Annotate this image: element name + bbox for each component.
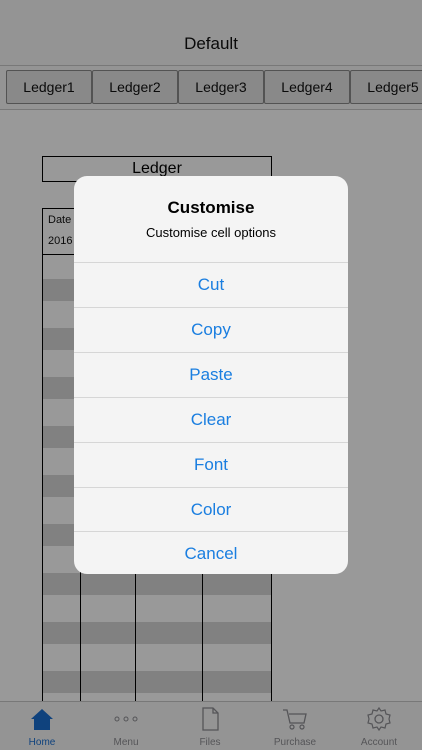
cancel-button[interactable]: Cancel bbox=[74, 531, 348, 574]
paste-button[interactable]: Paste bbox=[74, 352, 348, 397]
cut-button[interactable]: Cut bbox=[74, 262, 348, 307]
clear-button[interactable]: Clear bbox=[74, 397, 348, 442]
customise-dialog: Customise Customise cell options Cut Cop… bbox=[74, 176, 348, 574]
copy-button[interactable]: Copy bbox=[74, 307, 348, 352]
color-button[interactable]: Color bbox=[74, 487, 348, 532]
dialog-message: Customise cell options bbox=[145, 225, 277, 240]
font-button[interactable]: Font bbox=[74, 442, 348, 487]
dialog-title: Customise bbox=[167, 198, 255, 217]
